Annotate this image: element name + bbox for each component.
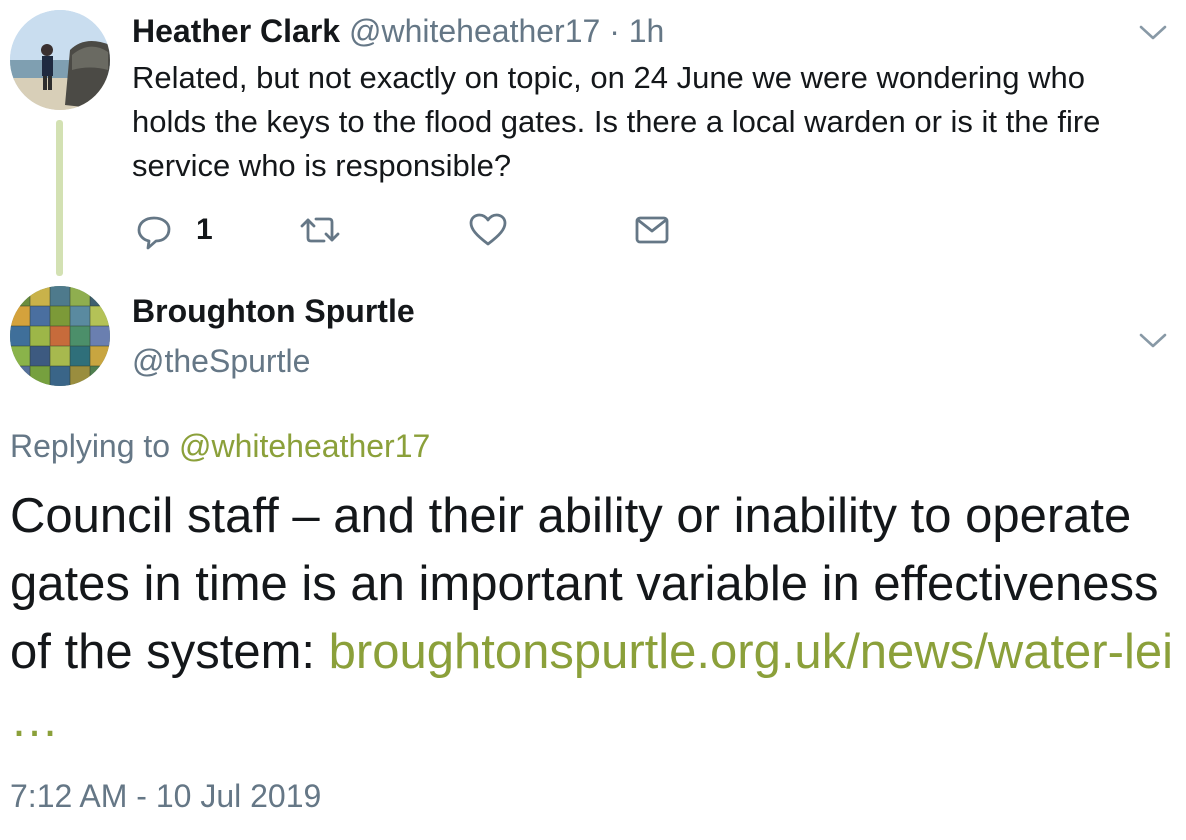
direct-message-button[interactable] bbox=[634, 208, 670, 252]
chevron-down-icon[interactable] bbox=[1138, 22, 1168, 42]
tweet-timestamp[interactable]: 7:12 AM - 10 Jul 2019 bbox=[10, 774, 321, 818]
author-handle[interactable]: @whiteheather17 bbox=[349, 13, 600, 49]
avatar-photo bbox=[10, 10, 110, 110]
replying-to-mention[interactable]: @whiteheather17 bbox=[179, 428, 430, 464]
direct-message-icon bbox=[635, 216, 669, 244]
replying-to-label: Replying to bbox=[10, 428, 171, 464]
like-icon bbox=[469, 213, 507, 246]
reply-author-name[interactable]: Broughton Spurtle bbox=[132, 290, 415, 332]
retweet-button[interactable] bbox=[298, 208, 342, 252]
retweet-icon bbox=[300, 217, 340, 243]
thread-connector-line bbox=[56, 120, 63, 276]
avatar-mosaic-image bbox=[10, 286, 110, 386]
reply-tweet-body: Council staff – and their ability or ina… bbox=[10, 482, 1180, 754]
author-name[interactable]: Heather Clark bbox=[132, 13, 340, 49]
parent-tweet-header: Heather Clark @whiteheather17 · 1h bbox=[132, 10, 664, 52]
parent-tweet-text: Related, but not exactly on topic, on 24… bbox=[132, 60, 1101, 183]
chevron-down-icon[interactable] bbox=[1138, 330, 1168, 350]
reply-icon bbox=[137, 216, 171, 250]
header-separator: · bbox=[609, 13, 620, 49]
reply-count: 1 bbox=[196, 213, 213, 246]
reply-button[interactable] bbox=[136, 208, 172, 252]
reply-author-handle[interactable]: @theSpurtle bbox=[132, 340, 310, 382]
like-button[interactable] bbox=[468, 208, 508, 252]
time-ago[interactable]: 1h bbox=[629, 13, 665, 49]
heather-clark-avatar[interactable] bbox=[10, 10, 110, 110]
replying-to-line: Replying to @whiteheather17 bbox=[10, 424, 430, 468]
broughton-spurtle-avatar[interactable] bbox=[10, 286, 110, 386]
